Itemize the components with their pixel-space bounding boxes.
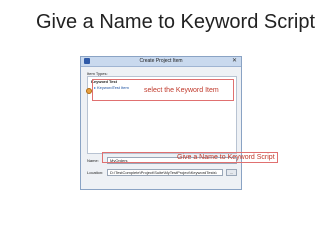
create-project-item-dialog: Create Project Item ✕ Item Types: Keywor… (80, 56, 242, 190)
dialog-titlebar: Create Project Item ✕ (81, 57, 241, 67)
location-input[interactable]: D:\TestComplete\Project\Suite\MyTestProj… (107, 169, 223, 176)
slide-title: Give a Name to Keyword Script (36, 11, 315, 33)
callout-select-keyword-item: select the Keyword Item (144, 87, 219, 94)
close-icon[interactable]: ✕ (231, 58, 238, 64)
browse-button[interactable]: ... (226, 169, 237, 176)
location-label: Location: (87, 170, 104, 175)
dialog-title: Create Project Item (139, 58, 183, 64)
name-label: Name: (87, 158, 99, 163)
callout-give-name: Give a Name to Keyword Script (177, 154, 275, 161)
